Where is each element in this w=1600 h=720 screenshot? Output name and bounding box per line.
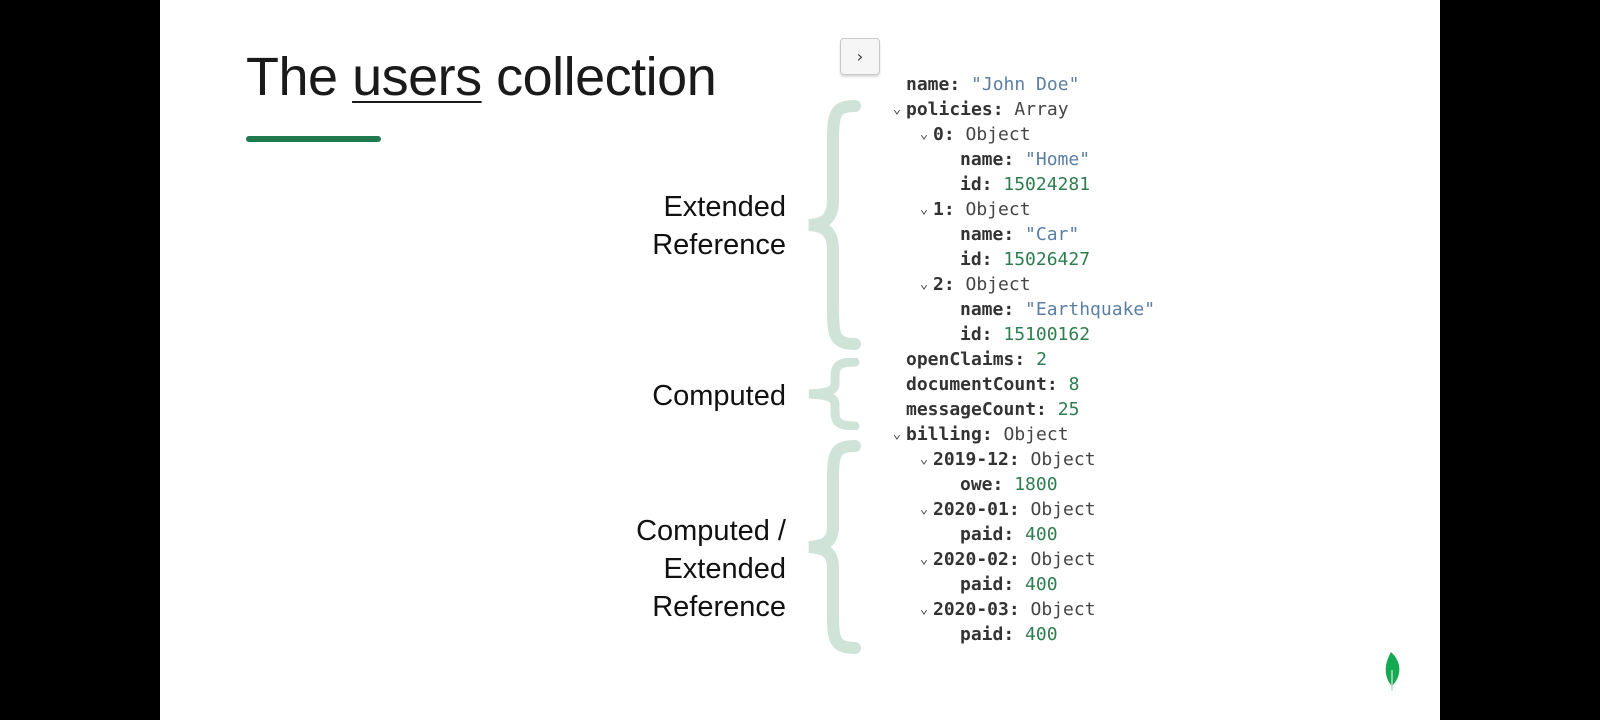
- chevron-down-icon[interactable]: ⌄: [915, 497, 933, 522]
- title-collection-name: users: [352, 47, 482, 107]
- title-prefix: The: [246, 47, 353, 107]
- label-line: Extended: [663, 191, 786, 223]
- brace-extended-reference: [808, 100, 861, 350]
- policy-0[interactable]: ⌄ 0: Object: [915, 122, 1031, 147]
- chevron-down-icon[interactable]: ⌄: [915, 547, 933, 572]
- policy-2[interactable]: ⌄ 2: Object: [915, 272, 1031, 297]
- chevron-down-icon[interactable]: ⌄: [915, 447, 933, 472]
- chevron-down-icon[interactable]: ⌄: [915, 122, 933, 147]
- label-line: Reference: [652, 591, 786, 623]
- title-underline-bar: [246, 136, 381, 142]
- slide-title: The users collection: [246, 46, 717, 108]
- label-line: Extended: [663, 553, 786, 585]
- next-button[interactable]: ›: [840, 38, 880, 75]
- chevron-right-icon: ›: [856, 47, 864, 66]
- billing-2020-03[interactable]: ⌄ 2020-03: Object: [915, 597, 1096, 622]
- field-billing[interactable]: ⌄ billing: Object: [888, 422, 1069, 447]
- label-computed-extended-reference: Computed / Extended Reference: [560, 512, 786, 626]
- chevron-down-icon[interactable]: ⌄: [888, 422, 906, 447]
- billing-2020-02-paid: paid: 400: [960, 574, 1058, 595]
- field-message-count: messageCount: 25: [906, 399, 1080, 420]
- policy-2-id: id: 15100162: [960, 324, 1091, 345]
- billing-2020-01-paid: paid: 400: [960, 524, 1058, 545]
- policy-0-name: name: "Home": [960, 149, 1091, 170]
- field-open-claims: openClaims: 2: [906, 349, 1047, 370]
- leaf-logo-icon: [1385, 652, 1400, 691]
- chevron-down-icon[interactable]: ⌄: [888, 97, 906, 122]
- billing-2019-12-owe: owe: 1800: [960, 474, 1058, 495]
- chevron-down-icon[interactable]: ⌄: [915, 197, 933, 222]
- billing-2020-03-paid: paid: 400: [960, 624, 1058, 645]
- billing-2020-01[interactable]: ⌄ 2020-01: Object: [915, 497, 1096, 522]
- field-document-count: documentCount: 8: [906, 374, 1080, 395]
- field-policies[interactable]: ⌄ policies: Array: [888, 97, 1069, 122]
- chevron-down-icon[interactable]: ⌄: [915, 597, 933, 622]
- title-suffix: collection: [481, 47, 717, 107]
- policy-1[interactable]: ⌄ 1: Object: [915, 197, 1031, 222]
- chevron-down-icon[interactable]: ⌄: [915, 272, 933, 297]
- brace-computed-extended-reference: [808, 440, 861, 654]
- brace-computed: [808, 358, 860, 430]
- label-line: Computed /: [636, 515, 786, 547]
- policy-2-name: name: "Earthquake": [960, 299, 1156, 320]
- policy-1-id: id: 15026427: [960, 249, 1091, 270]
- policy-1-name: name: "Car": [960, 224, 1080, 245]
- policy-0-id: id: 15024281: [960, 174, 1091, 195]
- billing-2020-02[interactable]: ⌄ 2020-02: Object: [915, 547, 1096, 572]
- label-computed: Computed: [560, 377, 786, 415]
- label-line: Computed: [652, 380, 786, 412]
- billing-2019-12[interactable]: ⌄ 2019-12: Object: [915, 447, 1096, 472]
- field-name: name: "John Doe": [906, 74, 1080, 95]
- slide: The users collection › Extended Referenc…: [160, 0, 1440, 720]
- label-line: Reference: [652, 229, 786, 261]
- label-extended-reference: Extended Reference: [560, 188, 786, 264]
